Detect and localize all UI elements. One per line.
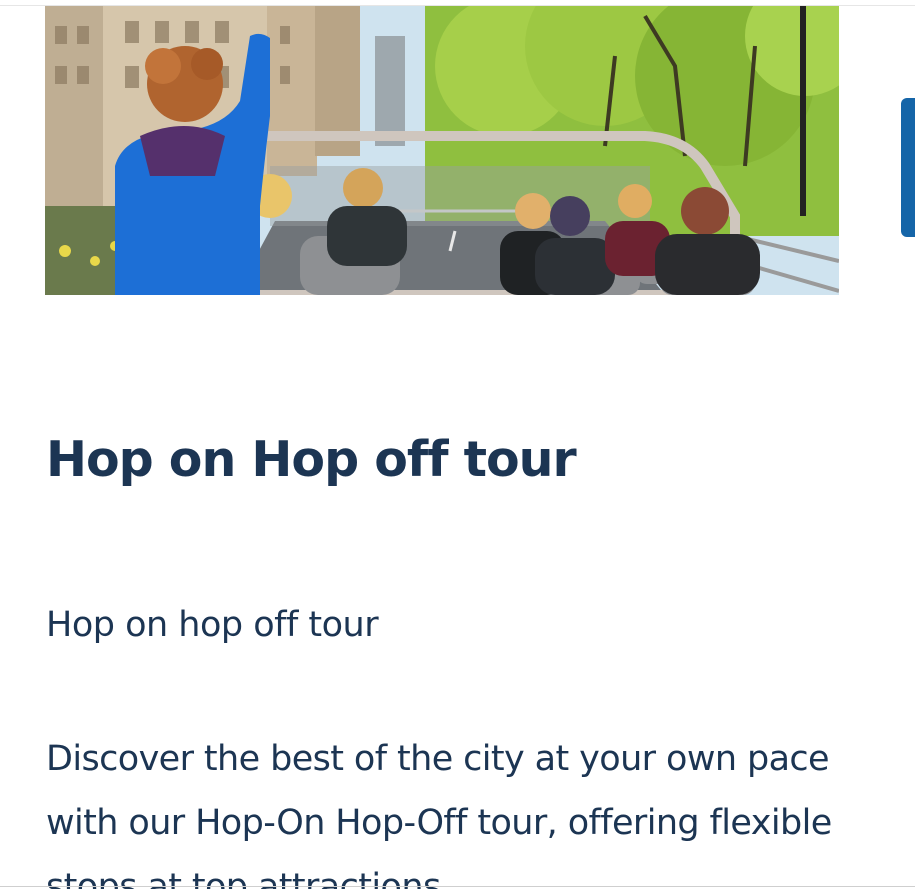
side-tab-handle[interactable]: [901, 98, 915, 237]
bottom-divider: [0, 886, 915, 887]
tour-hero-image: [45, 6, 839, 295]
tour-description: Discover the best of the city at your ow…: [46, 739, 832, 889]
page-title: Hop on Hop off tour: [46, 431, 577, 488]
tour-subtitle: Hop on hop off tour: [46, 605, 379, 645]
